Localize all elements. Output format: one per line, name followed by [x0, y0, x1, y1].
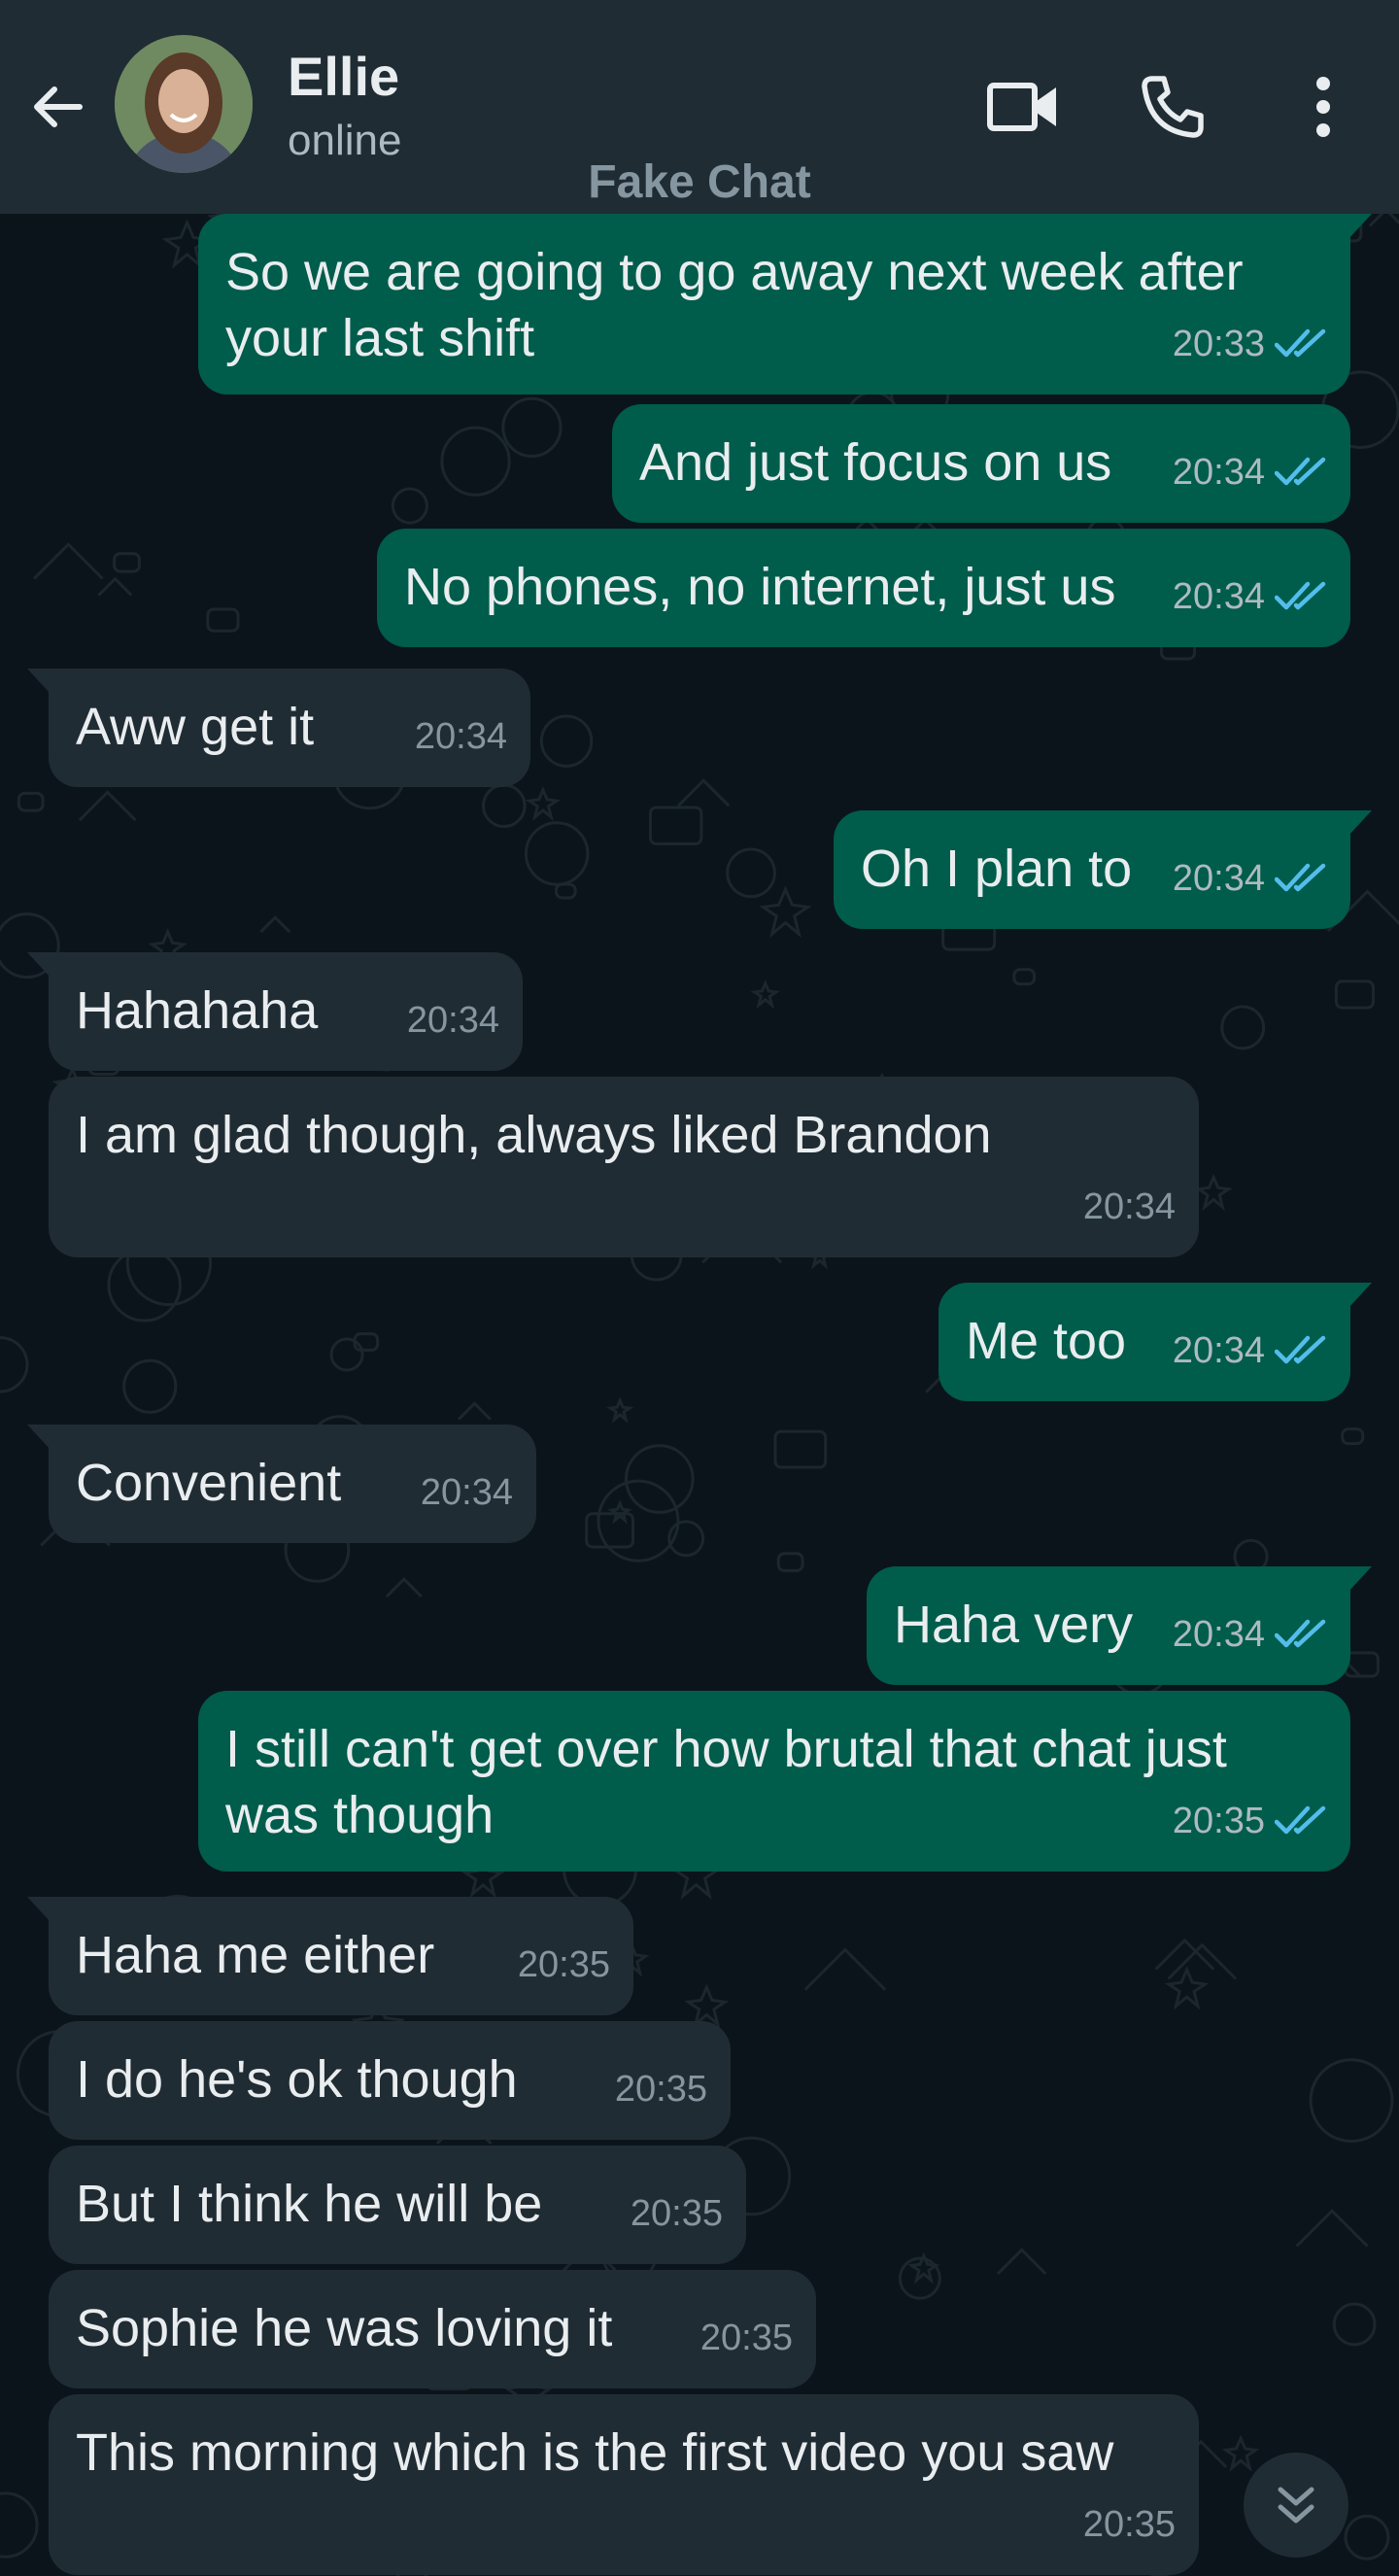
- message-text: I am glad though, always liked Brandon: [76, 1102, 1172, 1168]
- message-text-line: I am glad though, always liked Brandon: [76, 1106, 992, 1164]
- message-time: 20:34: [1082, 1186, 1176, 1227]
- message-meta: 20:35: [1173, 1788, 1327, 1854]
- bubble-tail: [1348, 1283, 1372, 1308]
- message-meta: 20:35: [1083, 2491, 1176, 2558]
- read-receipt-ticks-icon: [1275, 1805, 1326, 1835]
- incoming-message-bubble[interactable]: But I think he will be 20:35: [49, 2146, 746, 2264]
- message-time: 20:34: [1172, 452, 1265, 493]
- double-chevron-down-icon: [1278, 2487, 1314, 2524]
- bubble-tail: [27, 1425, 51, 1450]
- message-meta: 20:34: [1173, 1601, 1327, 1667]
- outgoing-message-bubble[interactable]: Oh I plan to 20:34: [834, 810, 1372, 929]
- scroll-to-bottom-button[interactable]: [1244, 2453, 1348, 2558]
- incoming-message-bubble[interactable]: Haha me either 20:35: [27, 1897, 633, 2015]
- bubble-tail: [1348, 1566, 1372, 1592]
- outgoing-message-bubble[interactable]: And just focus on us 20:34: [612, 404, 1350, 523]
- message-meta: 20:33: [1173, 311, 1327, 377]
- message-meta: 20:34: [1083, 1174, 1176, 1240]
- message-time: 20:35: [1172, 1801, 1265, 1841]
- message-time: 20:34: [1172, 1330, 1265, 1371]
- contact-name[interactable]: Ellie: [288, 45, 399, 108]
- outgoing-message-bubble[interactable]: So we are going to go away next week aft…: [198, 214, 1372, 395]
- message-text-line: was though: [225, 1786, 495, 1844]
- message-time: 20:34: [406, 1000, 499, 1041]
- message-time: 20:35: [1082, 2504, 1176, 2545]
- message-text-line: I still can't get over how brutal that c…: [225, 1720, 1227, 1778]
- incoming-message-bubble[interactable]: Hahahaha 20:34: [27, 952, 523, 1071]
- message-meta: 20:35: [631, 2181, 723, 2247]
- bubble-tail: [27, 952, 51, 978]
- message-time: 20:35: [614, 2069, 707, 2110]
- message-text: Sophie he was loving it: [76, 2295, 789, 2361]
- outgoing-message-bubble[interactable]: Me too 20:34: [938, 1283, 1372, 1401]
- message-meta: 20:34: [1173, 845, 1327, 911]
- read-receipt-ticks-icon: [1275, 863, 1326, 892]
- message-text: So we are going to go away next week aft…: [225, 239, 1323, 371]
- video-call-button[interactable]: [979, 68, 1067, 146]
- bubble-tail: [1348, 810, 1372, 836]
- message-text-line: I do he's ok though: [76, 2050, 518, 2109]
- avatar[interactable]: [115, 35, 253, 173]
- bubble-tail: [1348, 214, 1372, 239]
- message-time: 20:34: [1172, 858, 1265, 899]
- read-receipt-ticks-icon: [1275, 457, 1326, 486]
- incoming-message-bubble[interactable]: I do he's ok though 20:35: [49, 2021, 731, 2140]
- message-meta: 20:35: [700, 2305, 793, 2371]
- message-text-line: This morning which is the first video yo…: [76, 2423, 1114, 2482]
- incoming-message-bubble[interactable]: Aww get it 20:34: [27, 669, 530, 787]
- message-time: 20:34: [1172, 576, 1265, 617]
- incoming-message-bubble[interactable]: I am glad though, always liked Brandon 20…: [49, 1077, 1199, 1257]
- message-time: 20:35: [700, 2318, 793, 2358]
- read-receipt-ticks-icon: [1275, 581, 1326, 610]
- message-meta: 20:34: [415, 704, 507, 770]
- message-time: 20:33: [1172, 324, 1265, 364]
- message-list[interactable]: So we are going to go away next week aft…: [0, 214, 1399, 2576]
- bubble-tail: [27, 669, 51, 694]
- message-text-line: Sophie he was loving it: [76, 2299, 613, 2357]
- more-options-button[interactable]: [1279, 68, 1368, 146]
- message-text: I do he's ok though: [76, 2046, 703, 2112]
- incoming-message-bubble[interactable]: Convenient 20:34: [27, 1425, 536, 1543]
- message-text-line: So we are going to go away next week aft…: [225, 243, 1244, 301]
- message-meta: 20:34: [421, 1460, 513, 1526]
- back-arrow-icon: [34, 86, 83, 127]
- message-time: 20:35: [630, 2193, 723, 2234]
- message-time: 20:34: [414, 716, 507, 757]
- message-meta: 20:35: [518, 1932, 610, 1998]
- more-vert-icon: [1316, 77, 1330, 137]
- message-meta: 20:34: [1173, 1318, 1327, 1384]
- message-meta: 20:34: [1173, 564, 1327, 630]
- incoming-message-bubble[interactable]: This morning which is the first video yo…: [49, 2394, 1199, 2575]
- message-meta: 20:34: [1173, 439, 1327, 505]
- phone-icon: [1142, 76, 1204, 138]
- outgoing-message-bubble[interactable]: Haha very 20:34: [867, 1566, 1372, 1685]
- back-button[interactable]: [21, 70, 95, 144]
- read-receipt-ticks-icon: [1275, 1619, 1326, 1648]
- message-meta: 20:35: [615, 2056, 707, 2122]
- message-text: This morning which is the first video yo…: [76, 2420, 1172, 2486]
- voice-call-button[interactable]: [1129, 68, 1216, 146]
- read-receipt-ticks-icon: [1275, 328, 1326, 358]
- watermark-label: Fake Chat: [588, 156, 811, 208]
- outgoing-message-bubble[interactable]: I still can't get over how brutal that c…: [198, 1691, 1350, 1872]
- message-time: 20:34: [1172, 1614, 1265, 1655]
- message-meta: 20:34: [407, 987, 499, 1053]
- read-receipt-ticks-icon: [1275, 1335, 1326, 1364]
- video-call-icon: [987, 83, 1056, 131]
- message-text-line: your last shift: [225, 309, 535, 367]
- bubble-tail: [27, 1897, 51, 1922]
- incoming-message-bubble[interactable]: Sophie he was loving it 20:35: [49, 2270, 816, 2388]
- message-time: 20:35: [517, 1944, 610, 1985]
- message-text-line: But I think he will be: [76, 2175, 543, 2233]
- message-text: I still can't get over how brutal that c…: [225, 1716, 1323, 1848]
- message-time: 20:34: [420, 1472, 513, 1513]
- message-text: But I think he will be: [76, 2171, 719, 2237]
- outgoing-message-bubble[interactable]: No phones, no internet, just us 20:34: [377, 529, 1350, 647]
